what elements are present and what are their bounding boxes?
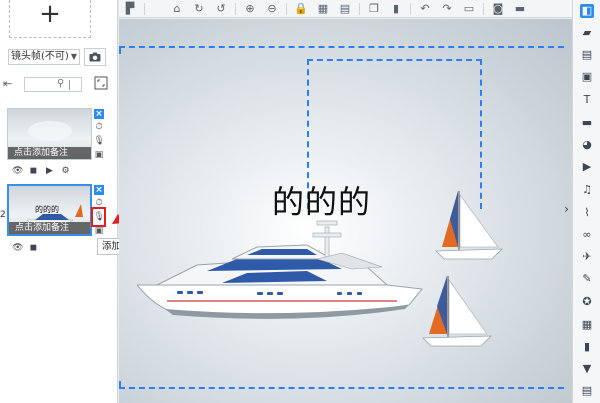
microphone-highlight-box [91,207,106,227]
yacht-image[interactable] [137,209,437,334]
lens-frame-select[interactable]: 镜头帧(不可) ▼ [8,49,80,65]
copy-icon[interactable]: ◼ [28,166,39,177]
frame-left-top-border [119,46,121,54]
fit-view-icon[interactable] [94,76,112,92]
scene-1-tools: × ⏱ 🎙 ▣ [93,109,105,161]
layout-icon[interactable]: ▛ [119,0,141,18]
editor-canvas[interactable]: 的的的 [119,19,572,403]
close-icon[interactable]: × [94,109,104,119]
zoom-out-icon[interactable]: ⊖ [261,0,283,18]
timer-icon[interactable]: ⏱ [94,122,105,133]
rotate-right-icon[interactable]: ↻ [188,0,210,18]
chart-icon[interactable]: ⌇ [580,206,594,220]
frame-bottom-border [119,387,564,389]
image-icon[interactable]: ▣ [580,70,594,84]
scene-tools-row: ⇤ ⚲ [0,74,118,94]
camera-button[interactable] [84,48,106,66]
folder-icon[interactable]: ▰ [580,26,594,40]
scene-2-actions: 👁 ◼ [12,243,39,254]
settings-icon[interactable]: ⚙ [60,166,71,177]
shapes-icon[interactable]: ◕ [580,138,594,152]
toolbar-divider [144,2,145,15]
image-icon[interactable]: ▣ [94,150,105,161]
redo-icon[interactable]: ↷ [436,0,458,18]
close-icon[interactable]: × [94,185,104,195]
selection-frame-top [307,59,482,61]
top-toolbar: ▛ ⌂ ↻ ↺ ⊕ ⊖ 🔒 ▦ ▤ ❐ ▮ ↶ ↷ ▭ ◙ ▬ [119,0,572,18]
background-icon[interactable]: ◧ [580,4,594,18]
chevron-right-icon[interactable]: › [561,198,572,220]
image-icon[interactable]: ▣ [94,226,105,237]
tshirt-icon[interactable]: ▼ [580,362,594,376]
template-icon[interactable]: ▤ [580,48,594,62]
chevron-down-icon: ▼ [70,52,77,61]
play-icon[interactable]: ▶ [44,166,55,177]
scene-number: 2 [0,210,6,220]
toolbar-divider [235,2,236,15]
link-icon[interactable]: ∞ [580,228,594,242]
microphone-icon[interactable]: 🎙 [94,136,105,147]
delete-icon[interactable]: ▭ [458,0,480,18]
toolbar-divider [359,2,360,15]
more-icon[interactable]: ▬ [509,0,531,18]
video-icon[interactable]: ▶ [580,160,594,174]
scene-note-caption[interactable]: 点击添加备注 [9,222,90,234]
rotate-left-icon[interactable]: ↺ [210,0,232,18]
toolbar-divider [410,2,411,15]
scene-thumb-title: 的的的 [35,205,59,214]
scene-note-caption[interactable]: 点击添加备注 [8,147,91,159]
music-icon[interactable]: ♫ [580,183,594,197]
layers-icon[interactable]: ▮ [580,340,594,354]
zoom-in-icon[interactable]: ⊕ [239,0,261,18]
camera-icon [89,52,101,62]
go-to-start-icon[interactable]: ⇤ [3,77,17,91]
eye-icon[interactable]: 👁 [12,166,23,177]
grid-icon[interactable]: ▤ [580,384,594,398]
add-scene-button[interactable]: + [9,0,91,38]
paste-icon[interactable]: ▮ [385,0,407,18]
text-icon[interactable]: T [580,93,594,107]
toolbar-divider [483,2,484,15]
scene-1-actions: 👁 ◼ ▶ ⚙ [12,166,71,177]
right-toolbar: ◧ ▰ ▤ ▣ T ▬ ◕ ▶ ♫ ⌇ ∞ ✈ ✎ ✪ ▦ ▮ ▼ ▤ [572,0,600,403]
toolbar-divider [286,2,287,15]
pen-icon[interactable]: ✎ [580,272,594,286]
frame-top-border [119,46,564,48]
comment-icon[interactable]: ▬ [580,116,594,130]
sailboat-image[interactable] [428,189,508,267]
copy-icon[interactable]: ❐ [363,0,385,18]
scene-thumbnail-1[interactable]: 点击添加备注 [7,108,92,160]
zoom-slider[interactable]: ⚲ [24,77,82,92]
frame-left-bottom-border [119,381,121,389]
screenshot-icon[interactable]: ◙ [487,0,509,18]
lens-frame-select-value: 镜头帧(不可) [11,51,69,62]
copy-icon[interactable]: ◼ [28,243,39,254]
sailboat-image[interactable] [417,272,497,354]
gallery-icon[interactable]: ▦ [580,318,594,332]
grid-icon[interactable]: ▦ [312,0,334,18]
selection-frame-right [480,59,482,209]
align-icon[interactable]: ▤ [334,0,356,18]
scene-thumbnail-2[interactable]: 的的的 点击添加备注 [7,184,92,236]
search-icon: ⚲ [57,78,65,89]
scene-preview-image [28,121,72,141]
undo-icon[interactable]: ↶ [414,0,436,18]
compass-icon[interactable]: ✪ [580,295,594,309]
home-icon[interactable]: ⌂ [166,0,188,18]
scene-panel: + 镜头帧(不可) ▼ ⇤ ⚲ 点击添加备注 × ⏱ 🎙 ▣ 👁 ◼ ▶ ⚙ 2… [0,0,118,403]
lock-icon[interactable]: 🔒 [290,0,312,18]
zoom-slider-handle[interactable] [69,80,70,90]
plane-icon[interactable]: ✈ [580,250,594,264]
eye-icon[interactable]: 👁 [12,243,23,254]
